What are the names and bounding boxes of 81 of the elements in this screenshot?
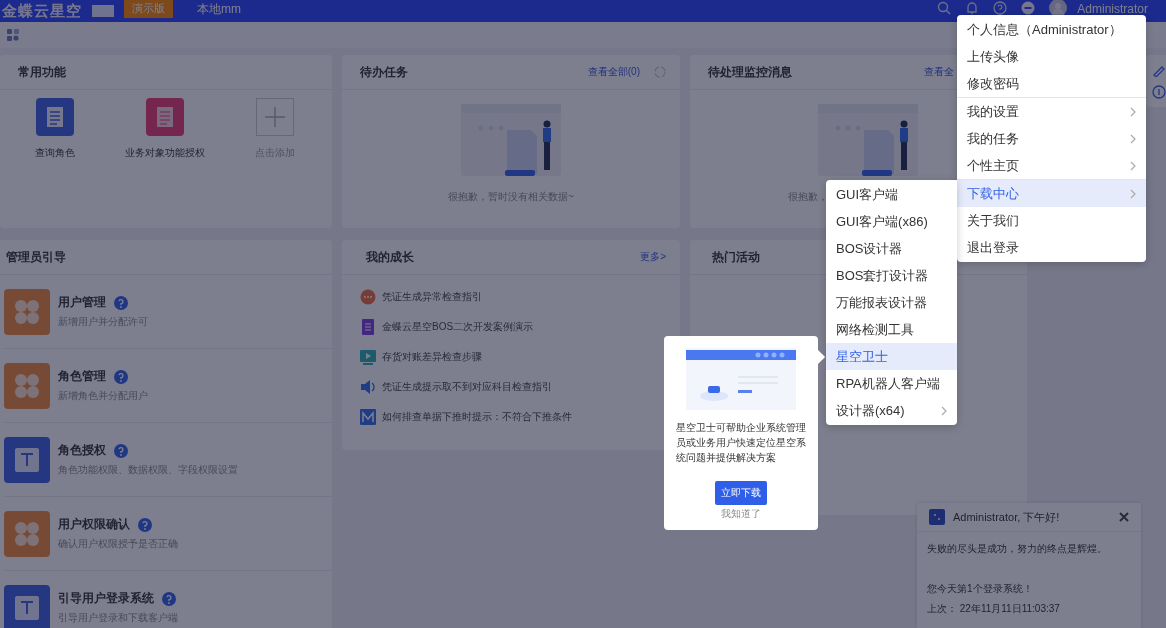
growth-link[interactable]: 金蝶云星空BOS二次开发案例演示 — [382, 320, 534, 334]
menu-item[interactable]: GUI客户端(x86) — [826, 208, 957, 235]
card-title: 常用功能 — [18, 63, 66, 81]
close-icon[interactable] — [1119, 512, 1129, 522]
menu-item[interactable]: 下载中心 — [957, 180, 1146, 207]
guide-title[interactable]: 角色授权 — [58, 442, 106, 459]
view-all-link[interactable]: 查看全部(0) — [587, 65, 640, 79]
help-icon[interactable] — [114, 369, 128, 384]
text-tool-icon — [4, 584, 50, 628]
login-count-text: 您今天第1个登录系统！ — [927, 582, 1034, 596]
chevron-right-icon — [1130, 160, 1136, 171]
user-name[interactable]: Administrator — [1077, 2, 1148, 16]
function-label[interactable]: 查询角色 — [35, 146, 75, 160]
text-tool-icon — [4, 436, 50, 483]
growth-link[interactable]: 如何排查单据下推时提示：不符合下推条件 — [382, 410, 572, 424]
function-label[interactable]: 业务对象功能授权 — [125, 146, 205, 160]
growth-link[interactable]: 存货对账差异检查步骤 — [382, 350, 482, 364]
menu-item[interactable]: 上传头像 — [957, 43, 1146, 70]
card-title: 待办任务 — [360, 63, 408, 81]
download-now-button[interactable]: 立即下载 — [715, 481, 767, 505]
card-title: 管理员引导 — [6, 248, 66, 266]
card-title: 待处理监控消息 — [708, 63, 792, 81]
menu-item[interactable]: BOS套打设计器 — [826, 262, 957, 289]
clover-icon — [4, 362, 50, 409]
view-all-link[interactable]: 更多> — [640, 250, 666, 264]
menu-item[interactable]: 个人信息（Administrator） — [957, 16, 1146, 43]
help-icon[interactable] — [162, 591, 176, 606]
apps-icon[interactable] — [6, 28, 20, 42]
view-all-link[interactable]: 查看全 — [924, 65, 954, 79]
card-title: 热门活动 — [712, 248, 760, 266]
search-icon[interactable] — [937, 1, 952, 15]
organization-name[interactable]: 本地mm — [197, 0, 241, 18]
menu-item[interactable]: 万能报表设计器 — [826, 289, 957, 316]
list-icon[interactable] — [36, 98, 74, 136]
document-icon[interactable] — [146, 98, 184, 136]
bell-icon[interactable] — [965, 1, 980, 15]
popover-description: 星空卫士可帮助企业系统管理员或业务用户快速定位星空系统问题并提供解决方案 — [676, 421, 806, 465]
plus-icon[interactable] — [256, 98, 294, 136]
guide-title[interactable]: 引导用户登录系统 — [58, 590, 154, 607]
help-icon[interactable] — [114, 295, 128, 310]
info-circle-icon[interactable] — [1152, 85, 1166, 99]
chevron-right-icon — [1130, 133, 1136, 144]
guide-title[interactable]: 用户管理 — [58, 294, 106, 311]
menu-item[interactable]: 关于我们 — [957, 207, 1146, 234]
quote-text: 失败的尽头是成功，努力的终点是辉煌。 — [927, 542, 1108, 556]
menu-item[interactable]: 我的任务 — [957, 125, 1146, 152]
edition-tag-icon — [92, 5, 114, 17]
menu-item[interactable]: BOS设计器 — [826, 235, 957, 262]
help-icon[interactable] — [993, 1, 1008, 15]
card-title: 我的成长 — [366, 248, 414, 266]
greeting-title: Administrator, 下午好! — [953, 509, 1060, 525]
help-icon[interactable] — [114, 443, 128, 458]
product-logo: 金蝶云星空 — [1, 1, 82, 21]
guide-title[interactable]: 用户权限确认 — [58, 516, 130, 533]
chevron-right-icon — [1130, 106, 1136, 117]
chevron-right-icon — [941, 405, 947, 416]
growth-link[interactable]: 凭证生成提示取不到对应科目检查指引 — [382, 380, 552, 394]
clover-icon — [4, 510, 50, 557]
menu-item[interactable]: RPA机器人客户端 — [826, 370, 957, 397]
menu-item[interactable]: 退出登录 — [957, 234, 1146, 261]
document-icon — [360, 319, 376, 335]
chat-bubble-icon — [360, 289, 376, 305]
demo-badge: 演示版 — [124, 0, 173, 18]
menu-item[interactable]: 修改密码 — [957, 70, 1146, 98]
menu-item[interactable]: 网络检测工具 — [826, 316, 957, 343]
last-login-text: 上次： 22年11月11日11:03:37 — [927, 602, 1061, 616]
clover-icon — [4, 288, 50, 335]
chart-icon — [360, 409, 376, 425]
growth-link[interactable]: 凭证生成异常检查指引 — [382, 290, 482, 304]
help-icon[interactable] — [138, 517, 152, 532]
play-video-icon — [360, 349, 376, 365]
menu-item[interactable]: 星空卫士 — [826, 343, 957, 370]
menu-item[interactable]: GUI客户端 — [826, 181, 957, 208]
menu-item[interactable]: 设计器(x64) — [826, 397, 957, 424]
app-logo-icon — [929, 509, 945, 525]
guide-title[interactable]: 角色管理 — [58, 368, 106, 385]
menu-item[interactable]: 我的设置 — [957, 98, 1146, 125]
speaker-icon — [360, 379, 376, 395]
minus-circle-icon[interactable] — [1021, 1, 1036, 15]
chevron-right-icon — [1130, 188, 1136, 199]
dismiss-link[interactable]: 我知道了 — [721, 507, 761, 521]
